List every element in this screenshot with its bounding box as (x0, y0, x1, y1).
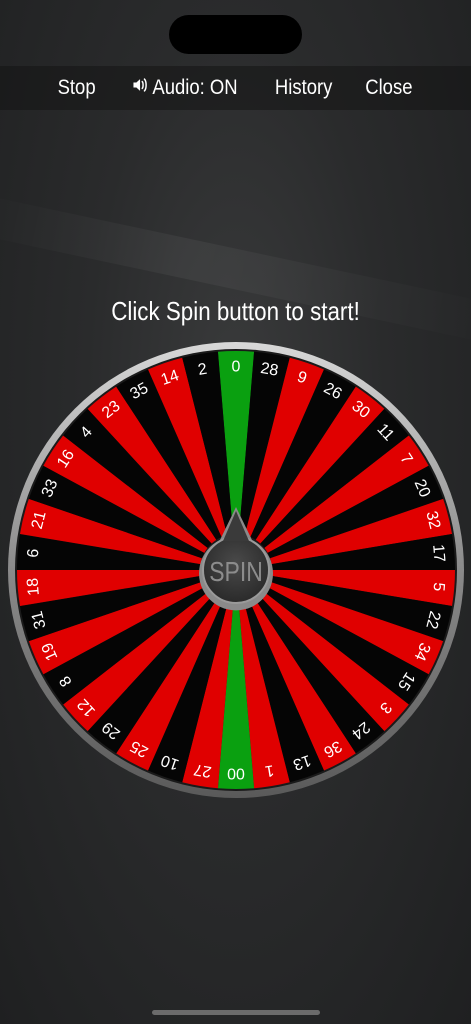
pocket-label-18: 18 (24, 577, 42, 596)
pocket-label-17: 17 (429, 544, 447, 563)
pocket-label-6: 6 (25, 548, 43, 558)
pocket-label-27: 27 (192, 760, 212, 780)
spin-label: SPIN (209, 557, 263, 588)
pocket-label-28: 28 (259, 360, 279, 380)
pocket-label-00: 00 (227, 765, 245, 782)
pocket-label-0: 0 (232, 359, 241, 376)
pocket-label-5: 5 (429, 582, 447, 592)
roulette-wheel: 0 28 9263011720321752234153243613100271025… (8, 342, 464, 798)
home-indicator (152, 1010, 320, 1015)
